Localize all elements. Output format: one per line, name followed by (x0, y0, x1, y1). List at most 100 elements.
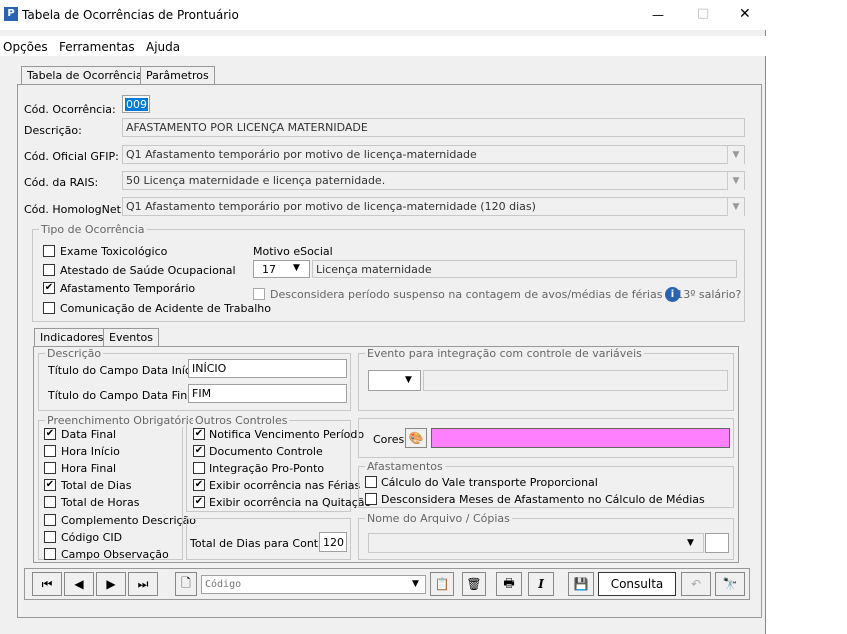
minimize-button[interactable]: — (652, 8, 664, 22)
homolognet-label: Cód. HomologNet: (24, 203, 125, 216)
copias-field[interactable] (705, 533, 729, 553)
nome-arquivo-field[interactable]: ▼ (368, 533, 704, 553)
descricao-value: AFASTAMENTO POR LICENÇA MATERNIDADE (126, 121, 368, 134)
notifica-vencimento-label: Notifica Vencimento Período (209, 428, 365, 441)
first-record-button[interactable]: ⏮ (32, 572, 62, 596)
consulta-label: Consulta (610, 577, 664, 591)
titulo-final-field[interactable]: FIM (188, 384, 347, 403)
chevron-down-icon[interactable]: ▼ (727, 172, 744, 190)
new-document-button[interactable]: 🗋 (175, 572, 197, 596)
total-dias-controle-value: 120 (323, 536, 344, 549)
info-icon[interactable]: i (665, 287, 680, 302)
cores-label: Cores (373, 433, 405, 446)
atestado-saude-checkbox[interactable] (43, 264, 55, 276)
prev-record-button[interactable]: ◀ (64, 572, 94, 596)
delete-button[interactable]: 🗑 (462, 572, 486, 596)
close-button[interactable]: ✕ (739, 6, 751, 22)
undo-button[interactable]: ↶ (681, 572, 711, 596)
tab-indicadores[interactable]: Indicadores (34, 328, 110, 346)
rais-label: Cód. da RAIS: (24, 176, 99, 189)
chevron-down-icon[interactable]: ▼ (412, 579, 419, 589)
trash-icon: 🗑 (466, 577, 482, 591)
motivo-desc-field: Licença maternidade (312, 260, 737, 278)
documento-controle-label: Documento Controle (209, 445, 323, 458)
gfip-select[interactable]: Q1 Afastamento temporário por motivo de … (122, 145, 745, 164)
tab-eventos[interactable]: Eventos (103, 328, 159, 346)
chevron-down-icon[interactable]: ▼ (687, 538, 694, 548)
complemento-descricao-label: Complemento Descrição (61, 514, 197, 527)
hora-final-label: Hora Final (61, 462, 117, 475)
afastamentos-title: Afastamentos (365, 460, 445, 473)
codigo-search-select[interactable]: ▼ (201, 575, 426, 594)
motivo-esocial-label: Motivo eSocial (253, 245, 333, 258)
color-swatch[interactable] (431, 428, 730, 448)
atestado-saude-label: Atestado de Saúde Ocupacional (60, 264, 236, 277)
maximize-button[interactable]: □ (697, 6, 709, 21)
titulo-final-value: FIM (192, 387, 212, 400)
exame-toxicologico-checkbox[interactable] (43, 245, 55, 257)
hora-final-checkbox[interactable] (44, 462, 56, 474)
hora-inicio-label: Hora Início (61, 445, 120, 458)
cod-ocorrencia-field[interactable]: 009 (122, 95, 150, 113)
titulo-final-label: Título do Campo Data Final: (48, 389, 201, 402)
chevron-down-icon[interactable]: ▼ (405, 375, 412, 385)
next-record-button[interactable]: ▶ (96, 572, 126, 596)
tab-parametros[interactable]: Parâmetros (140, 66, 215, 84)
titulo-inicio-label: Título do Campo Data Início: (48, 364, 205, 377)
save-icon: 💾 (573, 577, 589, 591)
notifica-vencimento-checkbox[interactable]: ✔ (193, 428, 205, 440)
chevron-down-icon[interactable]: ▼ (293, 263, 300, 273)
app-window: P Tabela de Ocorrências de Prontuário — … (0, 0, 766, 634)
data-final-checkbox[interactable]: ✔ (44, 428, 56, 440)
integracao-proponto-checkbox[interactable] (193, 462, 205, 474)
afastamento-temporario-checkbox[interactable]: ✔ (43, 282, 55, 294)
menu-ferramentas[interactable]: Ferramentas (59, 40, 135, 54)
menu-ajuda[interactable]: Ajuda (146, 40, 180, 54)
save-button[interactable]: 💾 (568, 572, 594, 596)
consulta-button[interactable]: Consulta (598, 572, 676, 596)
first-icon: ⏮ (41, 576, 53, 591)
rais-select[interactable]: 50 Licença maternidade e licença paterni… (122, 171, 745, 190)
homolognet-select[interactable]: Q1 Afastamento temporário por motivo de … (122, 197, 745, 216)
report-icon: 📋 (434, 577, 450, 591)
cod-ocorrencia-value: 009 (125, 98, 148, 111)
total-dias-controle-field[interactable]: 120 (319, 532, 347, 552)
undo-icon: ↶ (690, 577, 702, 591)
tab-tabela-ocorrencias[interactable]: Tabela de Ocorrências (21, 66, 155, 84)
titulo-inicio-field[interactable]: INÍCIO (188, 359, 347, 378)
exibir-quitacao-checkbox[interactable]: ✔ (193, 496, 205, 508)
italic-button[interactable]: I (528, 572, 554, 596)
titulo-inicio-value: INÍCIO (192, 362, 227, 375)
campo-observacao-checkbox[interactable] (44, 548, 56, 560)
gfip-value: Q1 Afastamento temporário por motivo de … (126, 148, 477, 161)
desconsidera-periodo-checkbox[interactable] (253, 288, 265, 300)
next-icon: ▶ (106, 577, 116, 591)
find-button[interactable]: 🔭 (715, 572, 745, 596)
total-dias-checkbox[interactable]: ✔ (44, 479, 56, 491)
descricao-field[interactable]: AFASTAMENTO POR LICENÇA MATERNIDADE (122, 118, 745, 137)
desconsidera-meses-checkbox[interactable] (365, 493, 377, 505)
evento-desc-field (423, 370, 728, 391)
print-button[interactable]: 🖶 (496, 572, 522, 596)
evento-code-select[interactable]: ▼ (368, 370, 421, 391)
printer-icon: 🖶 (503, 575, 515, 590)
codigo-cid-checkbox[interactable] (44, 531, 56, 543)
gfip-label: Cód. Oficial GFIP: (24, 150, 119, 163)
total-horas-checkbox[interactable] (44, 496, 56, 508)
chevron-down-icon[interactable]: ▼ (727, 198, 744, 216)
desconsidera-meses-label: Desconsidera Meses de Afastamento no Cál… (381, 493, 705, 506)
report-button[interactable]: 📋 (430, 572, 454, 596)
chevron-down-icon[interactable]: ▼ (727, 146, 744, 164)
hora-inicio-checkbox[interactable] (44, 445, 56, 457)
codigo-search-input[interactable] (202, 576, 402, 593)
last-record-button[interactable]: ⏭ (128, 572, 158, 596)
documento-controle-checkbox[interactable]: ✔ (193, 445, 205, 457)
palette-icon[interactable]: 🎨 (405, 428, 427, 448)
complemento-descricao-checkbox[interactable] (44, 514, 56, 526)
descricao-label: Descrição: (24, 124, 82, 137)
exibir-ferias-checkbox[interactable]: ✔ (193, 479, 205, 491)
motivo-code-select[interactable]: 17 ▼ (253, 260, 310, 278)
vale-transporte-checkbox[interactable] (365, 476, 377, 488)
comunicacao-acidente-checkbox[interactable] (43, 302, 55, 314)
menu-opcoes[interactable]: Opções (3, 40, 48, 54)
